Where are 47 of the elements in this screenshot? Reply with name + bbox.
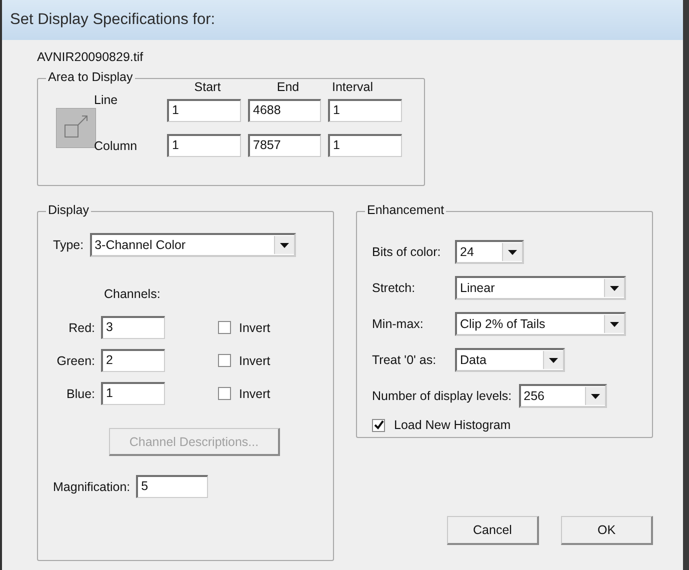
- number-field[interactable]: 1: [328, 99, 402, 122]
- checkbox[interactable]: [372, 418, 385, 432]
- invert-label: Invert: [239, 386, 270, 400]
- option-label: Min-max:: [372, 317, 424, 331]
- magnification-field[interactable]: 5: [136, 475, 208, 498]
- option-label: Bits of color:: [372, 245, 442, 259]
- channel-label: Green:: [56, 354, 95, 368]
- dropdown[interactable]: 24: [455, 240, 524, 264]
- number-field[interactable]: 1: [328, 134, 402, 157]
- invert-label: Invert: [239, 320, 270, 334]
- dropdown[interactable]: Linear: [455, 276, 626, 300]
- dialog-button[interactable]: OK: [561, 516, 653, 545]
- checkbox[interactable]: [218, 354, 231, 367]
- number-field[interactable]: 4688: [248, 99, 321, 122]
- group-title: Enhancement: [365, 203, 446, 217]
- dropdown[interactable]: 3-Channel Color: [90, 233, 296, 257]
- channel-field[interactable]: 2: [101, 349, 165, 372]
- magnification-label: Magnification:: [53, 480, 130, 494]
- dialog-button[interactable]: Cancel: [447, 516, 539, 545]
- histogram-label: Load New Histogram: [394, 418, 511, 432]
- channels-label: Channels:: [104, 287, 162, 301]
- channel-label: Blue:: [66, 386, 95, 400]
- number-field[interactable]: 7857: [248, 134, 321, 157]
- group-title: Area to Display: [46, 70, 135, 84]
- number-field[interactable]: 1: [167, 134, 241, 157]
- window-title: Set Display Specifications for:: [10, 11, 216, 29]
- column-header: Start: [194, 80, 221, 94]
- row-label: Column: [94, 138, 138, 152]
- dropdown[interactable]: Data: [455, 348, 565, 372]
- channel-field[interactable]: 1: [101, 382, 165, 405]
- checkbox[interactable]: [218, 321, 231, 334]
- dropdown[interactable]: 256: [518, 384, 607, 408]
- option-label: Stretch:: [372, 281, 416, 295]
- invert-label: Invert: [239, 354, 270, 368]
- group-title: Display: [46, 203, 91, 217]
- file-name: AVNIR20090829.tif: [37, 50, 144, 64]
- checkbox[interactable]: [218, 387, 231, 400]
- row-label: Line: [94, 93, 119, 107]
- channel-label: Red:: [68, 320, 95, 334]
- option-label: Treat '0' as:: [372, 353, 438, 367]
- option-label: Number of display levels:: [372, 389, 512, 403]
- number-field[interactable]: 1: [167, 99, 241, 122]
- column-header: Interval: [332, 80, 373, 94]
- type-label: Type:: [53, 238, 84, 252]
- channel-field[interactable]: 3: [101, 316, 165, 339]
- dropdown[interactable]: Clip 2% of Tails: [455, 312, 626, 336]
- column-header: End: [276, 80, 300, 94]
